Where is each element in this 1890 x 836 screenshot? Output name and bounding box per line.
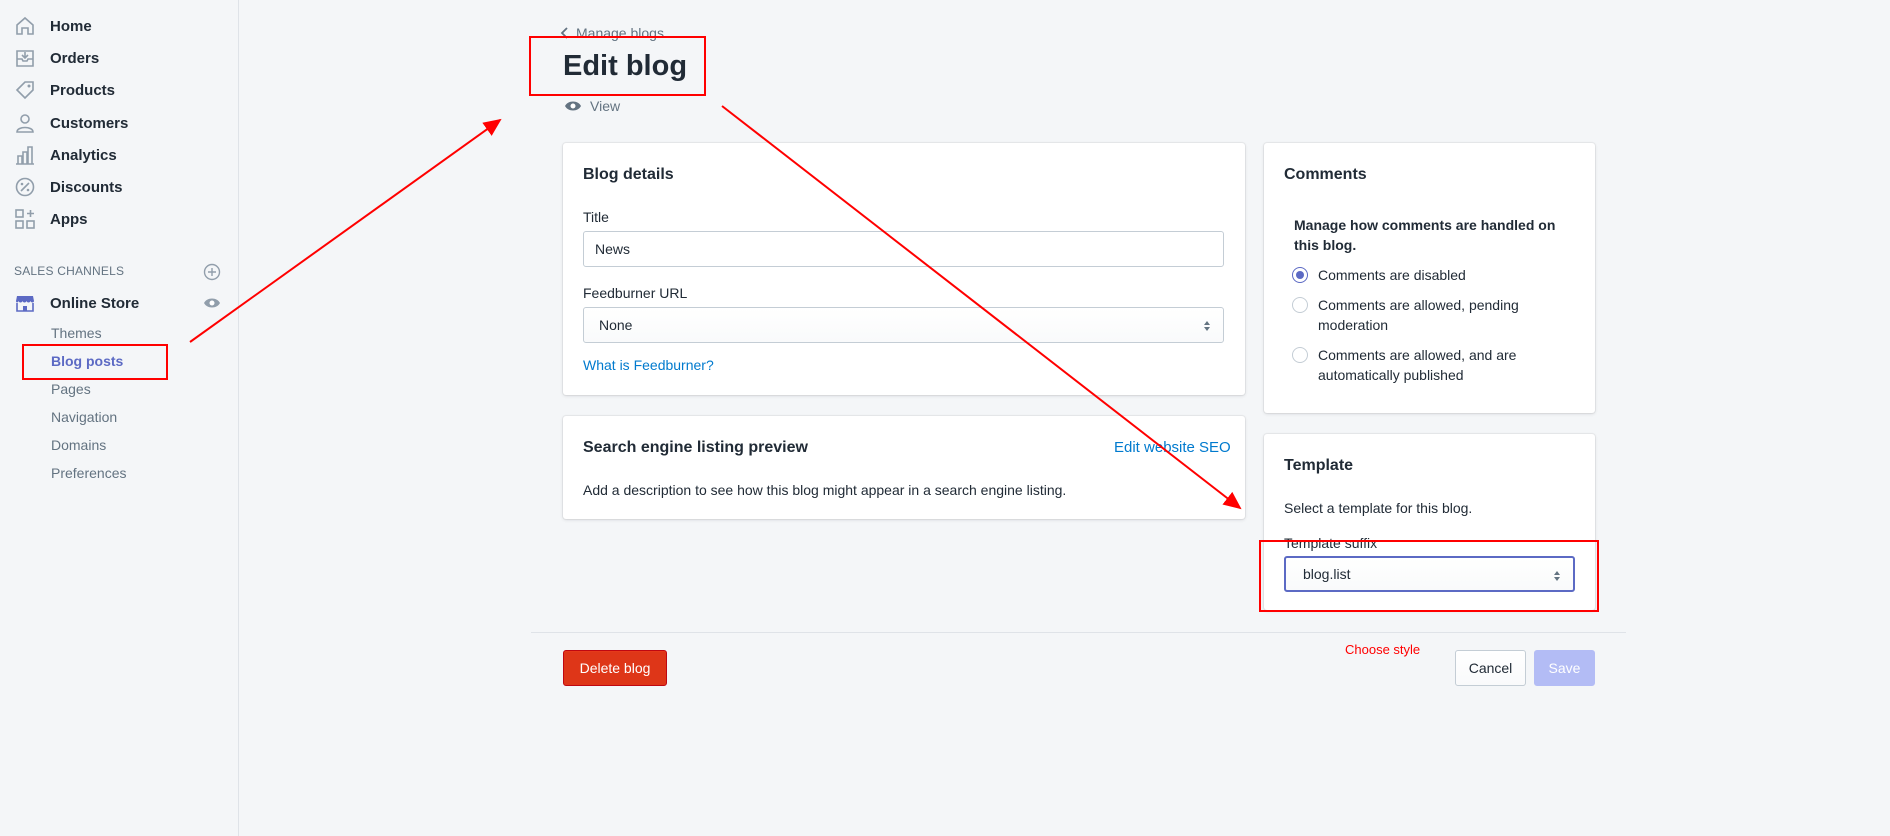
radio-label: Comments are allowed, pending moderation (1318, 295, 1519, 335)
feedburner-select-value: None (599, 317, 633, 333)
cancel-button[interactable]: Cancel (1455, 650, 1526, 686)
sidebar-item-domains[interactable]: Domains (51, 435, 106, 455)
annotation-box-blog-posts (22, 344, 168, 380)
bar-chart-icon (14, 144, 36, 166)
discount-icon (14, 176, 36, 198)
nav-orders-label: Orders (50, 49, 100, 67)
seo-preview-title: Search engine listing preview (583, 439, 808, 456)
comments-option-disabled[interactable]: Comments are disabled (1292, 265, 1466, 285)
template-description: Select a template for this blog. (1284, 500, 1473, 516)
sidebar-item-themes[interactable]: Themes (51, 323, 102, 343)
nav-apps[interactable]: Apps (14, 205, 88, 233)
comments-option-moderated[interactable]: Comments are allowed, pending moderation (1292, 295, 1519, 335)
sidebar-item-pages[interactable]: Pages (51, 379, 91, 399)
orders-icon (14, 47, 36, 69)
feedburner-help-link[interactable]: What is Feedburner? (583, 357, 714, 373)
blog-details-title: Blog details (583, 166, 674, 183)
save-button[interactable]: Save (1534, 650, 1595, 686)
sidebar: Home Orders Products Customers Analytics… (0, 0, 239, 836)
sidebar-item-preferences[interactable]: Preferences (51, 463, 126, 483)
feedburner-label: Feedburner URL (583, 285, 688, 301)
apps-icon (14, 208, 36, 230)
nav-apps-label: Apps (50, 210, 88, 228)
comments-title: Comments (1284, 166, 1367, 183)
select-arrows-icon (1204, 321, 1210, 331)
edit-website-seo-link[interactable]: Edit website SEO (1114, 439, 1231, 456)
nav-home[interactable]: Home (14, 12, 92, 40)
title-label: Title (583, 209, 609, 225)
template-title: Template (1284, 457, 1354, 474)
view-label: View (590, 98, 621, 114)
home-icon (14, 15, 36, 37)
footer-divider (531, 632, 1626, 633)
title-input-value: News (595, 241, 631, 257)
radio-button[interactable] (1292, 267, 1308, 283)
radio-button[interactable] (1292, 297, 1308, 313)
seo-preview-card (563, 416, 1245, 519)
seo-description: Add a description to see how this blog m… (583, 482, 1067, 498)
annotation-box-title (529, 36, 706, 96)
view-blog-link[interactable]: View (564, 98, 620, 114)
nav-discounts[interactable]: Discounts (14, 173, 123, 201)
delete-blog-button[interactable]: Delete blog (563, 650, 667, 686)
radio-label: Comments are disabled (1318, 267, 1466, 283)
nav-discounts-label: Discounts (50, 178, 123, 196)
nav-customers-label: Customers (50, 114, 129, 132)
store-icon (14, 292, 36, 314)
nav-online-store[interactable]: Online Store (14, 289, 139, 317)
annotation-note: Choose style (1345, 642, 1421, 657)
nav-analytics-label: Analytics (50, 146, 117, 164)
sidebar-item-navigation[interactable]: Navigation (51, 407, 117, 427)
radio-label-line1: Comments are allowed, and are (1318, 347, 1517, 363)
nav-analytics[interactable]: Analytics (14, 141, 117, 169)
feedburner-select[interactable]: None (583, 307, 1224, 343)
tag-icon (14, 79, 36, 101)
comments-prompt: Manage how comments are handled on this … (1294, 217, 1556, 253)
view-store-icon[interactable] (203, 296, 221, 310)
nav-customers[interactable]: Customers (14, 109, 128, 137)
person-icon (14, 112, 36, 134)
nav-orders[interactable]: Orders (14, 44, 99, 72)
radio-label-line1: Comments are allowed, pending (1318, 297, 1519, 313)
add-channel-icon[interactable] (203, 263, 221, 281)
eye-icon (565, 101, 581, 111)
nav-products[interactable]: Products (14, 76, 115, 104)
sales-channels-heading: SALES CHANNELS (14, 264, 125, 278)
nav-products-label: Products (50, 81, 116, 99)
radio-label-line2: automatically published (1318, 367, 1464, 383)
annotation-box-template (1259, 540, 1599, 612)
title-input[interactable]: News (583, 231, 1224, 267)
nav-home-label: Home (50, 17, 92, 35)
comments-option-published[interactable]: Comments are allowed, and are automatica… (1292, 345, 1516, 385)
nav-online-store-label: Online Store (50, 294, 140, 312)
radio-label-line2: moderation (1318, 317, 1389, 333)
radio-label: Comments are allowed, and are automatica… (1318, 345, 1516, 385)
radio-button[interactable] (1292, 347, 1308, 363)
